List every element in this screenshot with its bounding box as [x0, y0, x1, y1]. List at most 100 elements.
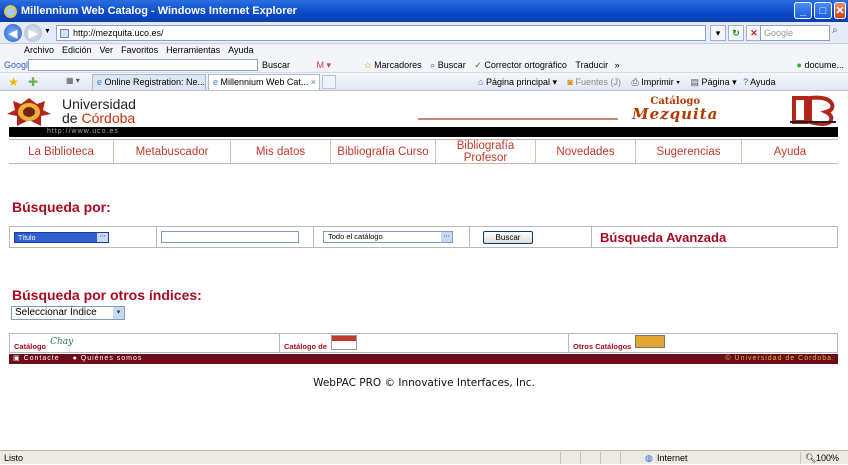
university-line2b: Córdoba: [81, 110, 136, 126]
close-button[interactable]: ✕: [834, 2, 846, 19]
university-name: Universidad de Córdoba: [62, 97, 136, 125]
menu-herramientas[interactable]: Herramientas: [166, 44, 220, 57]
address-toolbar: ◀ ▶ ▼ http://mezquita.uco.es/ ▾ ↻ ✕ Goog…: [0, 22, 848, 44]
contact-link[interactable]: Contacte: [24, 355, 60, 362]
address-dropdown-icon[interactable]: ▾: [710, 25, 726, 41]
globe-icon: ◍: [645, 453, 653, 463]
search-icon: ⌕: [430, 60, 436, 70]
nav-mis-datos[interactable]: Mis datos: [231, 140, 331, 163]
catalogs-row: Catálogo Chay Catálogo de Otros Catálogo…: [9, 333, 838, 353]
google-docs-link[interactable]: docume...: [804, 60, 844, 70]
header-url-bar[interactable]: http://www.uco.es: [9, 127, 838, 137]
chevron-down-icon: ⋯: [97, 232, 108, 242]
add-favorites-icon[interactable]: ✚: [28, 75, 38, 89]
chay-catalog-logo[interactable]: Chay: [50, 337, 73, 347]
print-button[interactable]: Imprimir: [641, 77, 674, 87]
advanced-search-link[interactable]: Búsqueda Avanzada: [600, 230, 726, 245]
nav-la-biblioteca[interactable]: La Biblioteca: [9, 140, 114, 163]
new-tab-button[interactable]: [322, 75, 336, 89]
nav-bibliografia-profesor[interactable]: Bibliografía Profesor: [436, 140, 536, 164]
nav-metabuscador[interactable]: Metabuscador: [114, 140, 231, 163]
search-icon[interactable]: ⌕: [832, 25, 846, 41]
maximize-button[interactable]: □: [814, 2, 832, 19]
close-tab-icon[interactable]: ×: [311, 75, 316, 90]
status-text: Listo: [4, 453, 24, 463]
search-scope-select[interactable]: Todo el catálogo ⋯: [323, 231, 453, 243]
tab-list-icon[interactable]: ▦ ▾: [66, 76, 80, 85]
help-button[interactable]: Ayuda: [750, 77, 775, 87]
catalog-title-bottom: Mezquita: [632, 105, 719, 123]
help-icon: ?: [743, 77, 749, 87]
other-catalogs-label: Otros Catálogos: [573, 342, 632, 351]
header-divider: [418, 118, 618, 120]
page-icon: ▤: [690, 77, 700, 87]
contact-icon: ▣: [13, 355, 21, 362]
menu-bar: Archivo Edición Ver Favoritos Herramient…: [0, 44, 848, 57]
print-icon: ⎙: [631, 77, 639, 87]
zoom-icon: 🔍︎: [805, 453, 817, 463]
spellcheck-button[interactable]: Corrector ortográfico: [484, 60, 567, 70]
university-copyright[interactable]: © Universidad de Córdoba: [725, 354, 832, 364]
search-field-select[interactable]: Título ⋯: [14, 231, 109, 243]
google-buscar-button[interactable]: Buscar: [438, 60, 466, 70]
back-button[interactable]: ◀: [4, 24, 22, 42]
google-search-input[interactable]: [28, 59, 258, 71]
google-toolbar: Google Buscar M ▾ ☆ Marcadores ⌕ Buscar …: [0, 57, 848, 73]
search-button[interactable]: Buscar: [483, 230, 533, 244]
tab-millennium[interactable]: e Millennium Web Cat... ×: [208, 74, 320, 90]
search-row: Título ⋯ Todo el catálogo ⋯ Buscar Búsqu…: [9, 226, 838, 248]
nav-sugerencias[interactable]: Sugerencias: [636, 140, 742, 163]
home-button[interactable]: Página principal: [486, 77, 550, 87]
tab-label: Millennium Web Cat...: [220, 77, 309, 87]
main-navigation: La Biblioteca Metabuscador Mis datos Bib…: [9, 139, 838, 164]
search-input[interactable]: Google: [760, 25, 830, 41]
feeds-icon: ◙: [567, 77, 573, 87]
internet-explorer-icon: [4, 4, 17, 18]
nav-novedades[interactable]: Novedades: [536, 140, 636, 163]
zoom-level[interactable]: 100%: [816, 451, 839, 465]
history-dropdown-icon[interactable]: ▼: [44, 28, 51, 35]
menu-favoritos[interactable]: Favoritos: [121, 44, 158, 57]
university-line1: Universidad: [62, 96, 136, 112]
tab-bar: ★ ✚ ▦ ▾ e Online Registration: Ne... e M…: [0, 73, 848, 91]
feeds-button[interactable]: Fuentes (J): [575, 77, 621, 87]
favorites-star-icon[interactable]: ★: [8, 75, 19, 89]
address-input[interactable]: http://mezquita.uco.es/: [56, 25, 706, 41]
google-search-button[interactable]: Buscar: [262, 60, 290, 70]
settings-icon[interactable]: ●: [797, 60, 802, 70]
catalog-de-label: Catálogo de: [284, 342, 327, 351]
gmail-icon[interactable]: M ▾: [317, 60, 332, 70]
other-catalogs-icon[interactable]: [635, 335, 666, 348]
search-scope-value: Todo el catálogo: [328, 232, 383, 241]
window-title: Millennium Web Catalog - Windows Interne…: [21, 5, 297, 17]
refresh-icon[interactable]: ↻: [728, 25, 744, 41]
menu-ver[interactable]: Ver: [100, 44, 114, 57]
university-logo[interactable]: [7, 98, 51, 128]
ie-page-icon: e: [213, 77, 221, 87]
tab-online-registration[interactable]: e Online Registration: Ne...: [92, 74, 206, 90]
page-menu-button[interactable]: Página: [702, 77, 730, 87]
menu-edicion[interactable]: Edición: [62, 44, 92, 57]
bookmark-star-icon[interactable]: ☆: [364, 60, 372, 70]
index-select-value: Seleccionar Índice: [15, 307, 97, 318]
search-heading: Búsqueda por:: [12, 199, 111, 215]
chevron-down-icon: ▾: [113, 307, 124, 319]
search-input[interactable]: [161, 231, 299, 243]
window-title-bar: Millennium Web Catalog - Windows Interne…: [0, 0, 848, 22]
menu-archivo[interactable]: Archivo: [24, 44, 54, 57]
catalog-image-icon[interactable]: [330, 335, 357, 350]
nav-ayuda[interactable]: Ayuda: [742, 140, 838, 163]
bookmarks-button[interactable]: Marcadores: [374, 60, 422, 70]
forward-button[interactable]: ▶: [24, 24, 42, 42]
translate-button[interactable]: Traducir: [575, 60, 608, 70]
window-controls: _ □ ✕: [794, 2, 846, 19]
chevron-down-icon: ⋯: [441, 232, 452, 242]
about-link[interactable]: Quiénes somos: [81, 355, 143, 362]
minimize-button[interactable]: _: [794, 2, 812, 19]
more-tools-icon[interactable]: »: [615, 60, 620, 70]
nav-bibliografia-curso[interactable]: Bibliografía Curso: [331, 140, 436, 163]
menu-ayuda[interactable]: Ayuda: [228, 44, 253, 57]
security-zone[interactable]: Internet: [657, 451, 688, 465]
tab-label: Online Registration: Ne...: [104, 77, 206, 87]
index-select[interactable]: Seleccionar Índice ▾: [11, 306, 125, 320]
